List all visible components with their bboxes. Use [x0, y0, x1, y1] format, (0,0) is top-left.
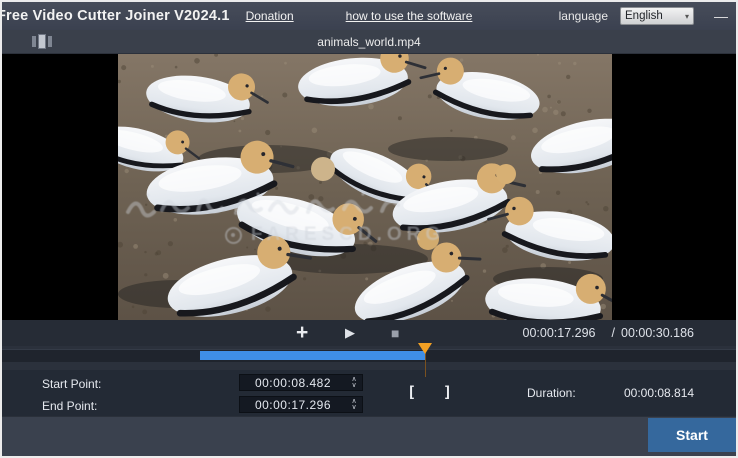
donation-link[interactable]: Donation: [246, 9, 294, 23]
start-point-label: Start Point:: [42, 377, 101, 391]
app-title: Free Video Cutter Joiner V2024.1: [2, 8, 230, 24]
gannet-colony-frame: [118, 54, 612, 320]
end-point-value: 00:00:17.296: [240, 398, 346, 412]
end-point-stepper: ∧ ∨: [346, 399, 362, 411]
language-label: language: [559, 9, 608, 23]
chevron-down-icon: ▾: [685, 12, 689, 21]
total-time: 00:00:30.186: [621, 326, 694, 340]
playback-controls: + ▶ ■ 00:00:17.296 / 00:00:30.186: [2, 320, 736, 346]
spinner-down-icon[interactable]: ∨: [351, 383, 356, 389]
start-point-stepper: ∧ ∨: [346, 377, 362, 389]
app-window: Free Video Cutter Joiner V2024.1 Donatio…: [0, 0, 738, 458]
language-selected-value: English: [625, 10, 685, 22]
end-point-label: End Point:: [42, 399, 97, 413]
file-bar: animals_world.mp4: [2, 30, 736, 54]
duration-label: Duration:: [527, 386, 576, 400]
start-point-value: 00:00:08.482: [240, 376, 346, 390]
end-point-input[interactable]: 00:00:17.296 ∧ ∨: [239, 396, 363, 413]
trim-panel: Start Point: End Point: 00:00:08.482 ∧ ∨…: [2, 370, 736, 416]
video-preview: FARESCD.ORG: [118, 54, 612, 320]
video-region: FARESCD.ORG: [2, 54, 736, 320]
language-select[interactable]: English ▾: [620, 7, 694, 25]
footer-bar: Start: [2, 416, 736, 456]
timeline-row: [2, 346, 736, 370]
video-filename: animals_world.mp4: [317, 35, 420, 49]
time-display: 00:00:17.296 / 00:00:30.186: [523, 320, 694, 346]
start-point-input[interactable]: 00:00:08.482 ∧ ∨: [239, 374, 363, 391]
stop-button[interactable]: ■: [391, 320, 399, 346]
play-button[interactable]: ▶: [345, 320, 355, 346]
set-end-point-button[interactable]: ]: [443, 383, 452, 401]
title-bar: Free Video Cutter Joiner V2024.1 Donatio…: [2, 2, 736, 30]
current-time: 00:00:17.296: [523, 326, 596, 340]
start-button[interactable]: Start: [648, 418, 736, 452]
timeline-marker-line: [425, 353, 426, 377]
time-separator: /: [612, 326, 615, 340]
timeline-marker[interactable]: [418, 343, 432, 354]
timeline-selection: [200, 351, 425, 360]
minimize-button[interactable]: —: [714, 11, 728, 21]
duration-value: 00:00:08.814: [624, 386, 694, 400]
set-start-point-button[interactable]: [: [407, 383, 416, 401]
add-file-button[interactable]: +: [296, 320, 308, 346]
film-icon: [32, 34, 52, 49]
spinner-down-icon[interactable]: ∨: [351, 405, 356, 411]
help-link[interactable]: how to use the software: [346, 9, 473, 23]
